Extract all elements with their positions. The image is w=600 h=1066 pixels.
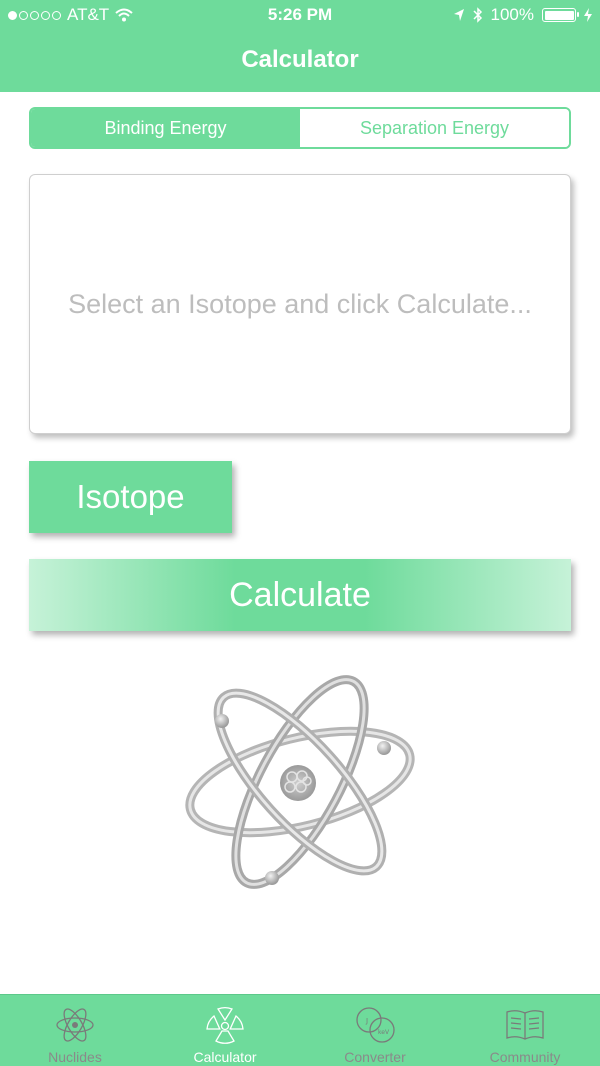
battery-icon [542, 8, 579, 22]
segment-binding-energy[interactable]: Binding Energy [31, 109, 300, 147]
page-title: Calculator [241, 46, 359, 73]
book-icon [504, 1005, 546, 1045]
tab-bar: Nuclides Calculator J keV Converter Comm… [0, 994, 600, 1066]
tab-community[interactable]: Community [450, 995, 600, 1066]
bluetooth-icon [472, 7, 482, 23]
tab-converter[interactable]: J keV Converter [300, 995, 450, 1066]
tab-converter-label: Converter [344, 1049, 406, 1065]
tab-nuclides[interactable]: Nuclides [0, 995, 150, 1066]
result-placeholder: Select an Isotope and click Calculate... [68, 288, 532, 319]
location-arrow-icon [453, 9, 464, 21]
energy-type-segmented-control: Binding Energy Separation Energy [29, 107, 571, 149]
atom-illustration [185, 675, 415, 889]
isotope-button[interactable]: Isotope [29, 461, 232, 533]
battery-percent: 100% [490, 5, 534, 24]
result-display: Select an Isotope and click Calculate... [29, 174, 571, 434]
calculator-screen: AT&T 5:26 PM 100% Calculator Binding Ene… [0, 0, 600, 1066]
charging-bolt-icon [584, 8, 592, 22]
tab-nuclides-label: Nuclides [48, 1049, 102, 1065]
radiation-icon [204, 1005, 246, 1045]
calculate-button[interactable]: Calculate [29, 559, 571, 631]
tab-community-label: Community [489, 1049, 561, 1065]
segment-separation-energy[interactable]: Separation Energy [300, 109, 569, 147]
atom-icon [54, 1005, 96, 1045]
svg-text:keV: keV [378, 1029, 390, 1036]
status-right: 100% [453, 5, 592, 25]
status-bar: AT&T 5:26 PM 100% [0, 0, 600, 30]
svg-text:J: J [365, 1017, 368, 1025]
converter-icon: J keV [354, 1005, 396, 1045]
tab-calculator[interactable]: Calculator [150, 995, 300, 1066]
tab-calculator-label: Calculator [193, 1049, 257, 1065]
top-bar: AT&T 5:26 PM 100% Calculator [0, 0, 600, 92]
